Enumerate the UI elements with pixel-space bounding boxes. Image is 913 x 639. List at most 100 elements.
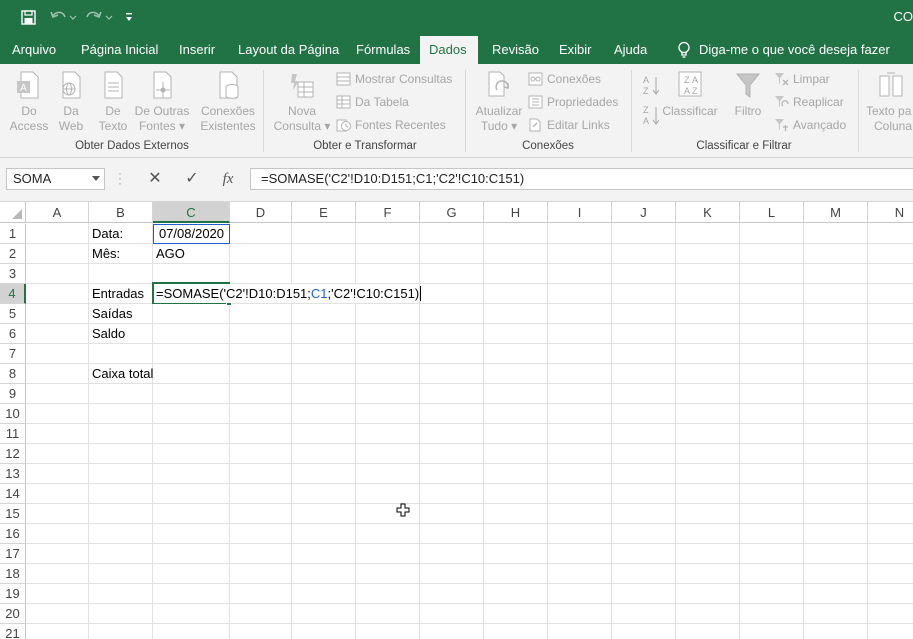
cell-b6[interactable]: Saldo [89, 324, 153, 344]
propriedades-button[interactable]: Propriedades [528, 92, 618, 112]
tab-inserir[interactable]: Inserir [170, 36, 224, 64]
chevron-down-icon[interactable] [92, 176, 100, 181]
do-access-button[interactable]: A Do Access [8, 70, 50, 134]
tab-pagina-inicial[interactable]: Página Inicial [72, 36, 167, 64]
da-tabela-button[interactable]: Da Tabela [336, 92, 409, 112]
row-header-11[interactable]: 11 [0, 424, 26, 444]
group-separator [465, 70, 466, 152]
column-header-m[interactable]: M [804, 202, 868, 223]
enter-button[interactable]: ✓ [180, 169, 204, 189]
undo-icon[interactable] [48, 6, 78, 28]
row-header-14[interactable]: 14 [0, 484, 26, 504]
row-header-3[interactable]: 3 [0, 264, 26, 284]
editar-links-button[interactable]: Editar Links [528, 115, 610, 135]
name-box[interactable]: SOMA [6, 168, 105, 190]
row-header-16[interactable]: 16 [0, 524, 26, 544]
row-header-17[interactable]: 17 [0, 544, 26, 564]
web-icon [62, 71, 81, 99]
row-header-10[interactable]: 10 [0, 404, 26, 424]
column-header-j[interactable]: J [612, 202, 676, 223]
save-icon[interactable] [17, 6, 39, 28]
column-header-n[interactable]: N [868, 202, 913, 223]
tab-exibir[interactable]: Exibir [550, 36, 601, 64]
new-query-icon [291, 74, 314, 98]
row-header-18[interactable]: 18 [0, 564, 26, 584]
svg-text:Z: Z [684, 75, 690, 85]
row-header-1[interactable]: 1 [0, 224, 26, 244]
access-icon: A [17, 71, 39, 99]
cell-b1[interactable]: Data: [89, 224, 153, 244]
column-header-i[interactable]: I [548, 202, 612, 223]
row-header-8[interactable]: 8 [0, 364, 26, 384]
customize-qat-icon[interactable] [122, 6, 136, 28]
worksheet-grid[interactable]: ABCDEFGHIJKLMN 1 2 3 4 5 6 7 8 9 10 11 12 13 14 15 16 17… [0, 202, 913, 639]
conexoes-button[interactable]: Conexões [528, 69, 601, 89]
tab-formulas[interactable]: Fórmulas [347, 36, 419, 64]
column-header-b[interactable]: B [89, 202, 153, 223]
svg-text:A: A [643, 116, 649, 126]
row-header-4[interactable]: 4 [0, 284, 26, 304]
column-header-c[interactable]: C [153, 202, 230, 223]
column-header-k[interactable]: K [676, 202, 740, 223]
reaplicar-button[interactable]: Reaplicar [774, 92, 844, 112]
column-header-h[interactable]: H [484, 202, 548, 223]
fontes-recentes-button[interactable]: Fontes Recentes [336, 115, 446, 135]
gridline-horizontal [26, 423, 913, 424]
row-header-20[interactable]: 20 [0, 604, 26, 624]
texto-para-colunas-button[interactable]: Texto pa Coluna [866, 70, 913, 134]
group-separator [858, 70, 859, 152]
row-header-6[interactable]: 6 [0, 324, 26, 344]
nova-consulta-button[interactable]: Nova Consulta ▾ [272, 70, 332, 134]
formula-bar-resize-handle[interactable]: · · · [118, 167, 122, 189]
column-header-l[interactable]: L [740, 202, 804, 223]
insert-function-button[interactable]: fx [216, 169, 240, 189]
avancado-button[interactable]: Avançado [774, 115, 846, 135]
existing-connections-icon [219, 71, 239, 99]
formula-input[interactable]: =SOMASE('C2'!D10:D151;C1;'C2'!C10:C151) [250, 168, 913, 190]
title-bar: CO [0, 0, 913, 36]
redo-icon[interactable] [84, 6, 114, 28]
cell-c2[interactable]: AGO [153, 244, 230, 264]
tab-dados[interactable]: Dados [420, 36, 478, 64]
de-texto-button[interactable]: De Texto [92, 70, 134, 134]
mostrar-consultas-button[interactable]: Mostrar Consultas [336, 69, 452, 89]
row-header-12[interactable]: 12 [0, 444, 26, 464]
properties-icon [528, 95, 543, 109]
svg-text:A: A [643, 75, 649, 85]
row-header-7[interactable]: 7 [0, 344, 26, 364]
column-header-g[interactable]: G [420, 202, 484, 223]
select-all-button[interactable] [0, 202, 26, 223]
cancel-button[interactable]: ✕ [143, 169, 167, 189]
cell-b8[interactable]: Caixa total [89, 364, 179, 384]
row-header-13[interactable]: 13 [0, 464, 26, 484]
gridline-horizontal [26, 563, 913, 564]
da-web-button[interactable]: Da Web [52, 70, 90, 134]
column-header-d[interactable]: D [230, 202, 292, 223]
atualizar-tudo-button[interactable]: Atualizar Tudo ▾ [472, 70, 526, 134]
column-header-a[interactable]: A [26, 202, 89, 223]
row-header-9[interactable]: 9 [0, 384, 26, 404]
row-header-5[interactable]: 5 [0, 304, 26, 324]
limpar-button[interactable]: Limpar [774, 69, 830, 89]
de-outras-fontes-button[interactable]: De Outras Fontes ▾ [134, 70, 190, 134]
table-icon [336, 95, 351, 109]
row-header-2[interactable]: 2 [0, 244, 26, 264]
tab-arquivo[interactable]: Arquivo [3, 36, 65, 64]
row-header-15[interactable]: 15 [0, 504, 26, 524]
tab-revisao[interactable]: Revisão [483, 36, 548, 64]
row-header-19[interactable]: 19 [0, 584, 26, 604]
conexoes-existentes-button[interactable]: Conexões Existentes [198, 70, 258, 134]
filtro-button[interactable]: Filtro [728, 70, 768, 119]
cell-b5[interactable]: Saídas [89, 304, 153, 324]
in-cell-editor[interactable]: =SOMASE('C2'!D10:D151;C1;'C2'!C10:C151) [154, 284, 422, 303]
cell-b2[interactable]: Mês: [89, 244, 153, 264]
tell-me-box[interactable]: Diga-me o que você deseja fazer [672, 36, 890, 64]
tab-ajuda[interactable]: Ajuda [605, 36, 656, 64]
column-header-e[interactable]: E [292, 202, 356, 223]
cell-b4[interactable]: Entradas [89, 284, 153, 304]
tab-layout-da-pagina[interactable]: Layout da Página [229, 36, 348, 64]
filter-icon [735, 73, 761, 98]
classificar-button[interactable]: ZAAZ Classificar [660, 70, 720, 119]
column-header-f[interactable]: F [356, 202, 420, 223]
row-header-21[interactable]: 21 [0, 624, 26, 639]
